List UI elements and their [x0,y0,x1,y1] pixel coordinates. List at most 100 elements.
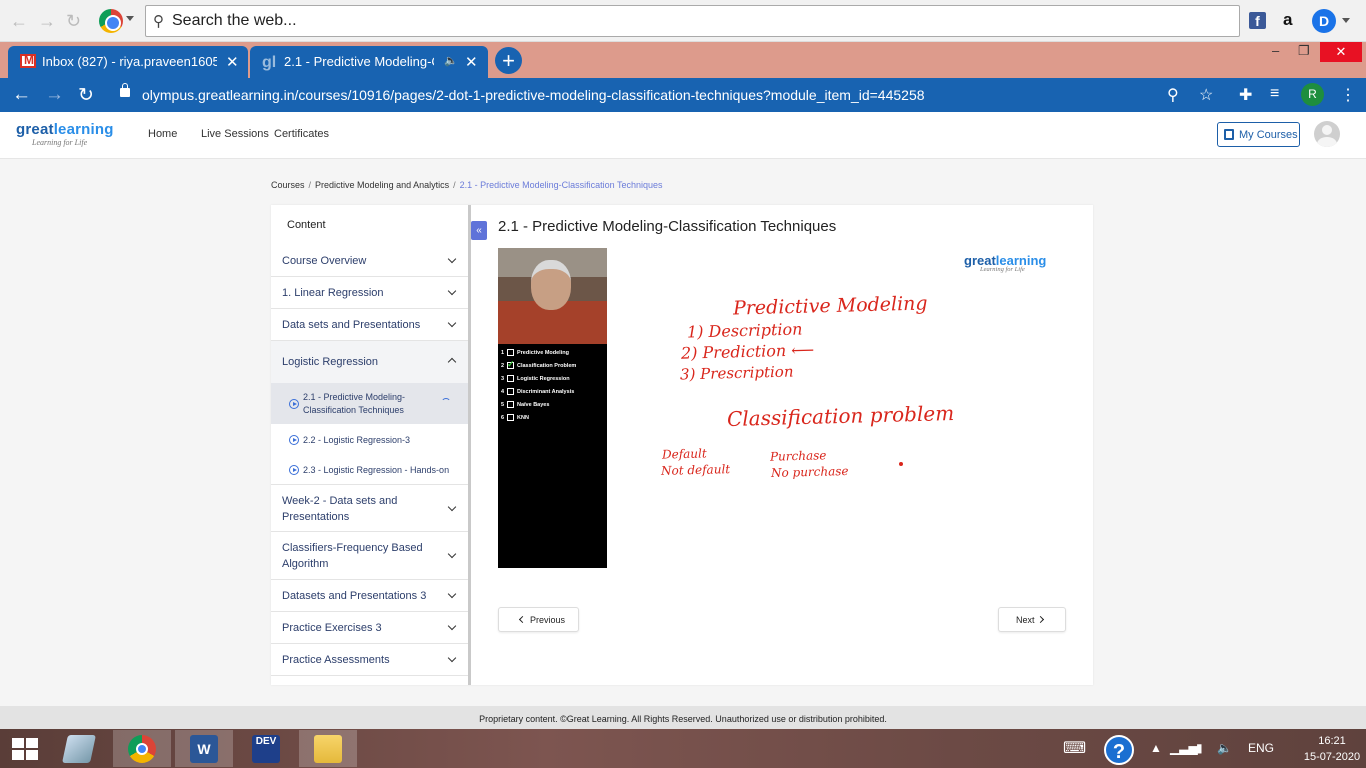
new-tab-button[interactable]: + [495,47,522,74]
reload-icon[interactable]: ↻ [78,84,94,107]
gmail-icon [20,53,36,68]
zoom-icon[interactable]: ⚲ [1167,85,1179,105]
play-circle-icon [289,399,299,409]
sub-item-2-2[interactable]: 2.2 - Logistic Regression-3 [271,424,469,454]
media-queue-icon[interactable]: ≡ [1270,85,1279,103]
chevron-down-icon [447,502,457,512]
chevron-down-icon[interactable] [126,16,134,21]
sidebar-item-practice-exercises[interactable]: Practice Exercises 3 [271,612,469,644]
taskbar-file-explorer[interactable] [299,730,357,767]
maximize-button[interactable]: ❐ [1298,43,1310,59]
previous-label: Previous [530,615,566,625]
my-courses-label: My Courses [1239,129,1298,141]
footer-notice: Proprietary content. ©Great Learning. Al… [0,706,1366,729]
keyboard-icon[interactable]: ⌨ [1063,738,1086,758]
sidebar-item-linear-regression[interactable]: 1. Linear Regression [271,277,469,309]
tab-gmail[interactable]: Inbox (827) - riya.praveen1605@gmail.com… [8,46,248,78]
volume-icon[interactable]: 🔈 [1217,741,1232,755]
course-sidebar: Content Course Overview 1. Linear Regres… [271,205,470,685]
breadcrumb-courses[interactable]: Courses [271,180,305,190]
extensions-puzzle-icon[interactable]: ✚ [1239,85,1252,105]
next-button[interactable]: Next [998,607,1066,632]
chevron-down-icon [447,318,457,328]
amazon-icon[interactable]: a [1283,10,1292,30]
nav-certificates[interactable]: Certificates [274,128,329,140]
sub-item-2-3[interactable]: 2.3 - Logistic Regression - Hands-on [271,454,469,484]
toolbar-forward-icon[interactable]: → [38,11,56,32]
topic-label: Classification Problem [517,363,577,369]
taskbar-notes-app[interactable] [50,730,108,767]
breadcrumb-separator: / [308,180,312,190]
chevron-right-icon [1036,615,1045,624]
collapse-sidebar-button[interactable]: « [471,221,487,240]
kebab-menu-icon[interactable]: ⋮ [1340,85,1356,105]
topic-number: 6 [501,415,505,421]
help-icon[interactable]: ? [1104,735,1134,765]
profile-avatar[interactable]: R [1301,83,1324,106]
sub-item-2-1[interactable]: 2.1 - Predictive Modeling-Classification… [271,383,469,424]
close-tab-icon[interactable]: ✕ [226,53,239,71]
facebook-icon[interactable]: f [1249,12,1266,29]
network-signal-icon[interactable]: ▁▃▅ [1170,741,1198,755]
breadcrumb-course[interactable]: Predictive Modeling and Analytics [315,180,449,190]
whiteboard-col1-item: Not default [660,462,731,478]
sidebar-item-week-2[interactable]: Week-2 - Data sets and Presentations [271,484,469,532]
nav-live-sessions[interactable]: Live Sessions [201,128,269,140]
close-tab-icon[interactable]: ✕ [465,53,478,71]
sidebar-item-datasets-3[interactable]: Datasets and Presentations 3 [271,580,469,612]
tab-label: 2.1 - Predictive Modeling-Classification… [284,54,434,69]
back-arrow-icon[interactable]: ← [12,84,31,106]
windows-start-icon[interactable] [12,738,38,760]
search-toolbar: ← → ↻ ⚲ f a D [0,0,1366,42]
sidebar-item-classifiers[interactable]: Classifiers-Frequency Based Algorithm [271,532,469,580]
sidebar-item-course-overview[interactable]: Course Overview [271,245,469,277]
devcpp-icon: DEV [252,735,280,763]
taskbar-devcpp[interactable]: DEV [237,730,295,767]
taskbar-word[interactable]: W [175,730,233,767]
chevron-down-icon [447,254,457,264]
window-close-button[interactable]: ✕ [1320,42,1362,62]
taskbar-chrome[interactable] [113,730,171,767]
tab-greatlearning[interactable]: ɡl 2.1 - Predictive Modeling-Classificat… [250,46,488,78]
checkbox-icon [507,388,514,395]
chrome-logo-icon[interactable] [99,9,123,33]
whiteboard-col2-item: No purchase [770,463,849,481]
checkbox-icon [507,401,514,408]
instructor-image [498,248,607,344]
chevron-down-icon[interactable] [1342,18,1350,23]
minimize-button[interactable]: – [1272,43,1279,58]
video-player[interactable]: 1 Predictive Modeling 2 ✓ Classification Pr… [498,248,607,568]
previous-button[interactable]: Previous [498,607,579,632]
forward-arrow-icon[interactable]: → [45,84,64,106]
sidebar-item-logistic-regression[interactable]: Logistic Regression [271,341,469,383]
word-icon: W [190,735,218,763]
toolbar-refresh-icon[interactable]: ↻ [66,11,81,32]
sidebar-item-label: Practice Exercises 3 [282,622,382,634]
my-courses-button[interactable]: My Courses [1217,122,1300,147]
language-indicator[interactable]: ENG [1248,741,1274,755]
nav-home[interactable]: Home [148,128,177,140]
sidebar-item-label: Datasets and Presentations 3 [282,590,427,602]
web-search-box[interactable]: ⚲ [145,5,1240,37]
battery-icon[interactable]: ▮ [1196,741,1203,755]
url-text[interactable]: olympus.greatlearning.in/courses/10916/p… [142,87,925,103]
greatlearning-logo[interactable]: greatlearning Learning for Life [16,121,114,147]
logo-accent: learning [53,121,114,138]
breadcrumb-separator: / [453,180,456,190]
whiteboard-logo: greatlearning Learning for Life [964,253,1046,273]
user-avatar[interactable] [1314,121,1340,147]
web-search-input[interactable] [172,10,1232,32]
lock-icon[interactable] [120,83,130,97]
sidebar-item-data-sets[interactable]: Data sets and Presentations [271,309,469,341]
show-hidden-icons-icon[interactable]: ▲ [1150,741,1162,755]
sub-item-label: 2.2 - Logistic Regression-3 [303,435,411,445]
bookmark-star-icon[interactable]: ☆ [1199,85,1213,105]
d-extension-icon[interactable]: D [1312,9,1336,33]
system-clock[interactable]: 16:21 15-07-2020 [1300,733,1364,765]
topic-label: Naïve Bayes [517,402,550,408]
sidebar-scrollbar[interactable] [468,205,471,685]
instructor-head [531,260,571,310]
toolbar-back-icon[interactable]: ← [10,11,28,32]
audio-playing-icon[interactable]: 🔈 [444,54,458,67]
sidebar-item-practice-assessments[interactable]: Practice Assessments [271,644,469,676]
